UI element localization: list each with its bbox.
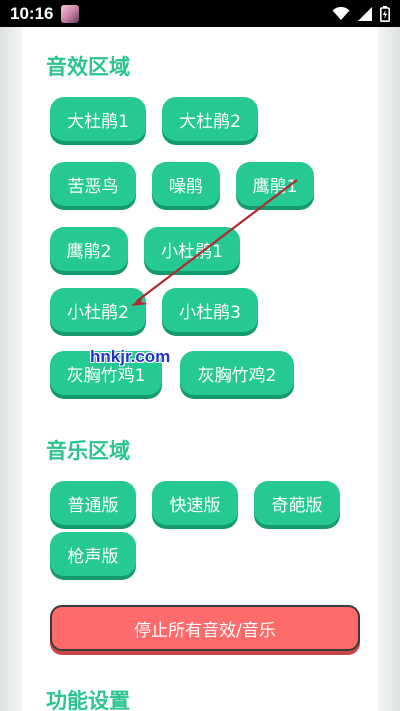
stop-all-button[interactable]: 停止所有音效/音乐 bbox=[50, 605, 360, 651]
main-card: 音效区域 大杜鹃1 大杜鹃2 苦恶鸟 噪鹃 鹰鹃1 鹰鹃2 小杜鹃1 小杜鹃2 … bbox=[22, 27, 378, 711]
sound-button-koel[interactable]: 噪鹃 bbox=[152, 162, 220, 206]
settings-title: 功能设置 bbox=[46, 689, 130, 711]
sound-button-hawk-cuckoo-1[interactable]: 鹰鹃1 bbox=[236, 162, 314, 206]
right-margin bbox=[378, 27, 400, 711]
avatar-icon bbox=[61, 4, 80, 23]
sound-button-small-cuckoo-3[interactable]: 小杜鹃3 bbox=[162, 288, 258, 332]
wifi-icon bbox=[332, 6, 350, 20]
sound-button-hawk-cuckoo-2[interactable]: 鹰鹃2 bbox=[50, 227, 128, 271]
music-button-weird[interactable]: 奇葩版 bbox=[254, 481, 340, 525]
sound-button-small-cuckoo-2[interactable]: 小杜鹃2 bbox=[50, 288, 146, 332]
status-time: 10:16 bbox=[10, 3, 54, 23]
sound-effects-title: 音效区域 bbox=[46, 55, 130, 79]
sound-button-bamboo-partridge-2[interactable]: 灰胸竹鸡2 bbox=[180, 351, 294, 395]
sound-button-big-cuckoo-2[interactable]: 大杜鹃2 bbox=[162, 97, 258, 141]
sound-button-small-cuckoo-1[interactable]: 小杜鹃1 bbox=[144, 227, 240, 271]
music-button-normal[interactable]: 普通版 bbox=[50, 481, 136, 525]
music-button-fast[interactable]: 快速版 bbox=[152, 481, 238, 525]
status-icons bbox=[332, 5, 390, 22]
watermark-text: hnkjr.com bbox=[90, 347, 171, 366]
music-button-gunshot[interactable]: 枪声版 bbox=[50, 532, 136, 576]
left-margin bbox=[0, 27, 22, 711]
sound-button-big-cuckoo-1[interactable]: 大杜鹃1 bbox=[50, 97, 146, 141]
status-bar: 10:16 bbox=[0, 0, 400, 27]
sound-button-bitter-bird[interactable]: 苦恶鸟 bbox=[50, 162, 136, 206]
music-title: 音乐区域 bbox=[46, 439, 130, 463]
signal-icon bbox=[358, 6, 372, 21]
battery-icon bbox=[380, 5, 390, 22]
